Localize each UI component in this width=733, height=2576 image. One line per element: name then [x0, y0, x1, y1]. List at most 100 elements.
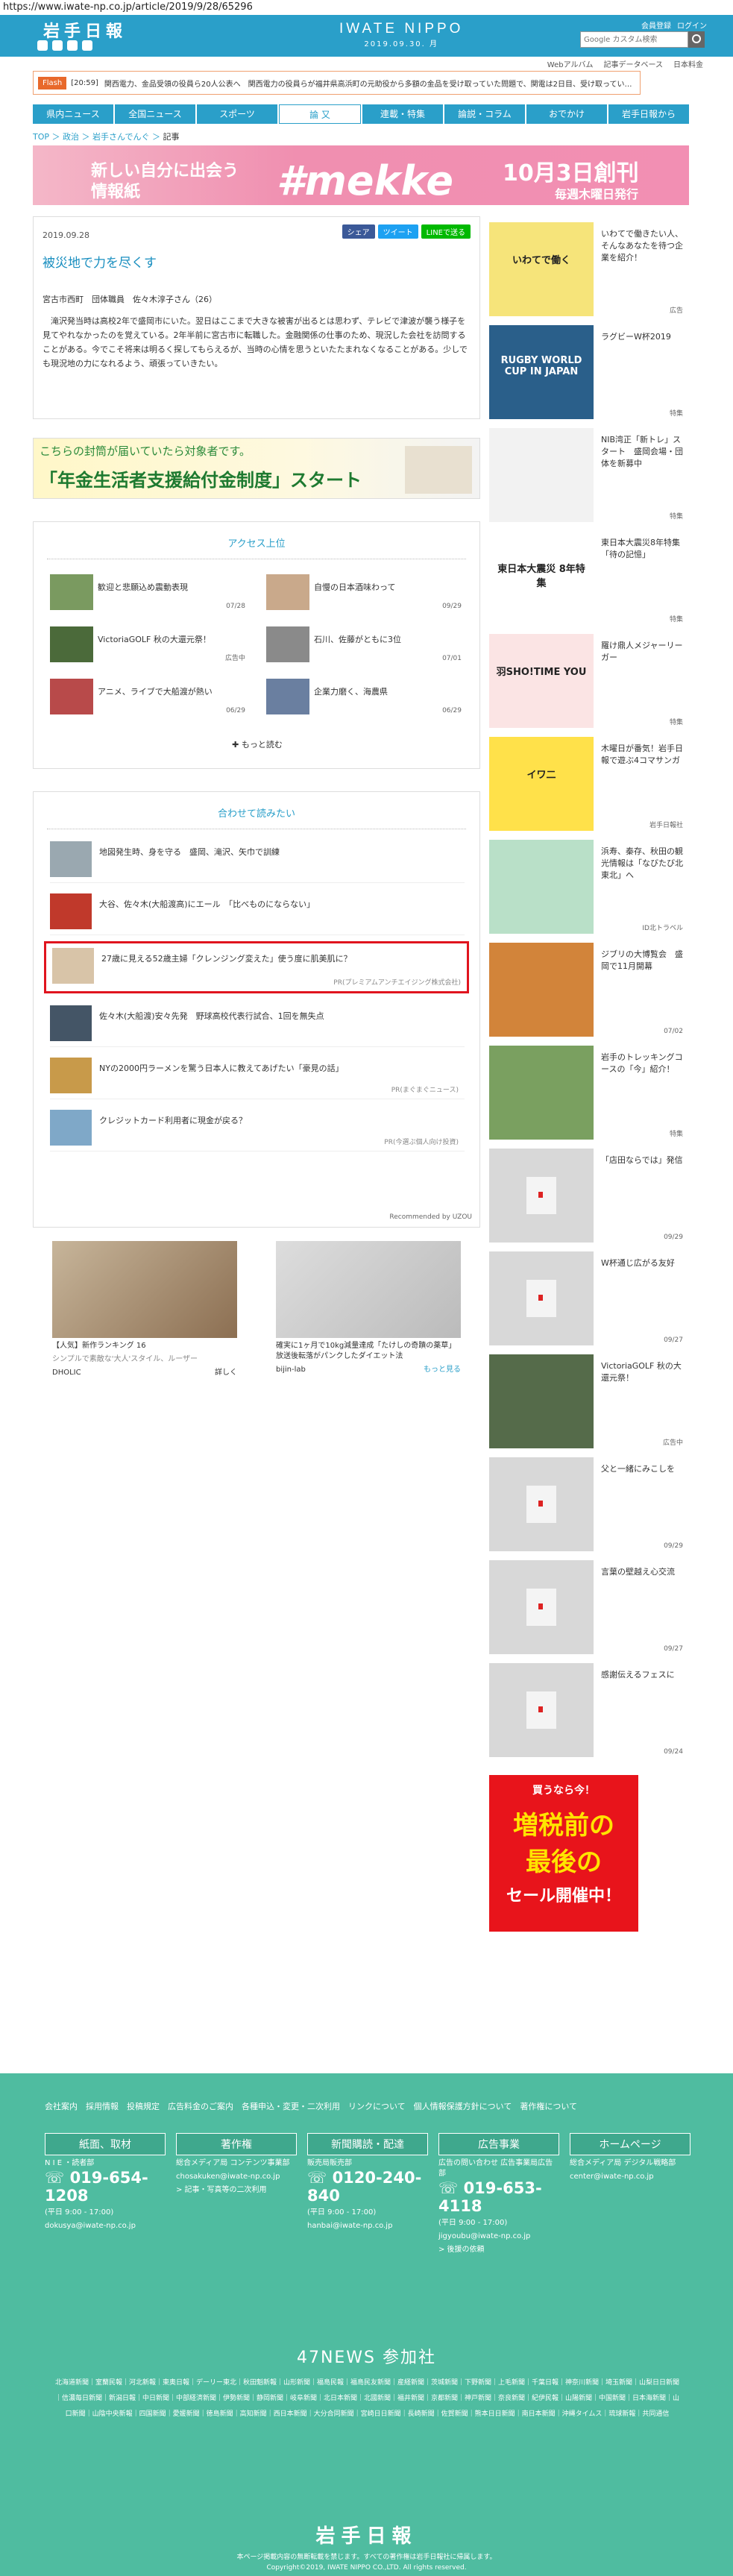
- search-icon[interactable]: [688, 31, 705, 48]
- mekke-banner[interactable]: 新しい自分に出会う 情報紙 #mekke 10月3日創刊 毎週木曜日発行: [33, 145, 689, 205]
- footer-col-mail[interactable]: jigyoubu@iwate-np.co.jp: [438, 2231, 559, 2242]
- footer-col-mail[interactable]: center@iwate-np.co.jp: [570, 2172, 690, 2182]
- sidebar-item[interactable]: イワ二 木曜日が番気！岩手日報で遊ぶ4コマサンガ 岩手日報社: [489, 731, 686, 834]
- sidebar-item-tag: 特集: [669, 513, 683, 521]
- sidebar-item[interactable]: RUGBY WORLD CUP IN JAPAN ラグビーW杯2019 特集: [489, 319, 686, 422]
- crumb-top[interactable]: TOP: [33, 132, 49, 142]
- recommend-item-highlighted[interactable]: 27歳に見える52歳主婦「クレンジング変えた」使う度に肌美肌に？ PR(プレミア…: [44, 941, 469, 993]
- sidebar-item[interactable]: 「店田ならでは」発信 09/29: [489, 1143, 686, 1245]
- sublink-album[interactable]: Webアルバム: [547, 58, 594, 69]
- sidebar-item-image: [489, 1046, 594, 1140]
- sidebar-item-image-text: いわてで働く: [512, 255, 570, 266]
- sidebar-item[interactable]: 東日本大震災 8年特集 東日本大震災8年特集「待の記憶」 特集: [489, 525, 686, 628]
- sale-ad[interactable]: 買うなら今！ 増税前の 最後の セール開催中！: [489, 1775, 638, 1932]
- sublink-fee[interactable]: 日本料金: [673, 58, 703, 69]
- footer-col-head[interactable]: 紙面、取材: [45, 2133, 166, 2155]
- twitter-icon[interactable]: [37, 40, 48, 51]
- pension-ad[interactable]: こちらの封筒が届いていたら対象者です。 「年金生活者支援給付金制度」スタート: [33, 438, 480, 499]
- footer-col-mail[interactable]: hanbai@iwate-np.co.jp: [307, 2221, 428, 2231]
- sidebar-item[interactable]: 感謝伝えるフェスに 09/24: [489, 1657, 686, 1760]
- facebook-icon[interactable]: [52, 40, 63, 51]
- footer-col-head[interactable]: 新聞購読・配達: [307, 2133, 428, 2155]
- sidebar-item-title: W杯通じ広がる友好: [601, 1258, 675, 1268]
- recommend-item[interactable]: 大谷、佐々木(大船渡高)にエール 「比べものにならない」: [50, 889, 465, 935]
- footer-col-hours: (平日 9:00 - 17:00): [45, 2208, 114, 2217]
- site-logo[interactable]: 岩手日報: [43, 18, 127, 42]
- footer-col-phone[interactable]: ☏ 019-654-1208: [45, 2169, 166, 2205]
- footer-col-head[interactable]: 広告事業: [438, 2133, 559, 2155]
- footer-col-mail[interactable]: dokusya@iwate-np.co.jp: [45, 2221, 166, 2231]
- recommend-item[interactable]: クレジットカード利用者に現金が戻る？ PR(今選ぶ個人向け投資): [50, 1105, 465, 1152]
- ranking-item[interactable]: VictoriaGOLF 秋の大還元祭！ 広告中: [50, 626, 247, 664]
- sidebar-item[interactable]: 羽SHO!TIME YOU 羅け鼎人メジャーリーガー 特集: [489, 628, 686, 731]
- ranking-item[interactable]: 歓迎と悲願込め震動表現 07/28: [50, 574, 247, 612]
- nav-item[interactable]: 全国ニュース: [115, 104, 195, 124]
- recommend-item-title: 27歳に見える52歳主婦「クレンジング変えた」使う度に肌美肌に？: [101, 954, 352, 964]
- sidebar-item[interactable]: 言葉の壁越え心交流 09/27: [489, 1554, 686, 1657]
- sidebar-item[interactable]: いわてで働く いわてで働きたい人、そんなあなたを待つ企業を紹介！ 広告: [489, 216, 686, 319]
- footer-col-mail[interactable]: chosakuken@iwate-np.co.jp: [176, 2172, 297, 2182]
- more-button[interactable]: ✚ もっと読む: [34, 738, 481, 750]
- tweet-button[interactable]: ツイート: [377, 224, 418, 239]
- sidebar-item-tag: 09/27: [664, 1336, 683, 1344]
- footer-col-phone[interactable]: ☏ 0120-240-840: [307, 2169, 428, 2205]
- sidebar-item[interactable]: VictoriaGOLF 秋の大還元祭！ 広告中: [489, 1348, 686, 1451]
- instagram-icon[interactable]: [82, 40, 92, 51]
- recommend-item[interactable]: 佐々木(大船渡)安々先発 野球高校代表行試合、1回を無失点: [50, 1001, 465, 1047]
- flash-text[interactable]: 関西電力、金品受領の役員ら20人公表へ 関西電力の役員らが福井県高浜町の元助役か…: [104, 78, 632, 89]
- sidebar-item-title: 東日本大震災8年特集「待の記憶」: [601, 538, 680, 559]
- flash-ticker[interactable]: Flash [20:59] 関西電力、金品受領の役員ら20人公表へ 関西電力の役…: [33, 71, 641, 95]
- nav-item[interactable]: おでかけ: [526, 104, 607, 124]
- footer-col-head[interactable]: 著作権: [176, 2133, 297, 2155]
- diet-ad[interactable]: 確実に1ヶ月で10kg減量達成「たけしの奇蹟の薬草」放送後転落がパンクしたダイエ…: [276, 1241, 461, 1383]
- diet-ad-title: 確実に1ヶ月で10kg減量達成「たけしの奇蹟の薬草」放送後転落がパンクしたダイエ…: [276, 1342, 456, 1360]
- sidebar-item-tag: 09/29: [664, 1542, 683, 1550]
- sidebar-item[interactable]: NIB湾正「新トレ」スタート 盛岡会場・団体を新募中 特集: [489, 422, 686, 525]
- sidebar-item[interactable]: W杯通じ広がる友好 09/27: [489, 1245, 686, 1348]
- nav-item-active[interactable]: 論 又: [279, 104, 361, 124]
- footer-col-link[interactable]: > 後援の依頼: [438, 2245, 559, 2255]
- fashion-ad[interactable]: 【人気】新作ランキング 16 シンプルで素敵な'大人'スタイル、ルーザー DHO…: [52, 1241, 237, 1383]
- ranking-item[interactable]: 企業力磨く、海農県 06/29: [266, 679, 463, 716]
- ranking-item[interactable]: 自慢の日本酒味わって 09/29: [266, 574, 463, 612]
- fashion-ad-link[interactable]: 詳しく: [215, 1368, 237, 1378]
- footer-col-link[interactable]: > 記事・写真等の二次利用: [176, 2185, 297, 2196]
- footer-links[interactable]: 会社案内 採用情報 投稿規定 広告料金のご案内 各種申込・変更・二次利用 リンク…: [45, 2099, 641, 2114]
- footer-col-phone[interactable]: ☏ 019-653-4118: [438, 2179, 559, 2215]
- sidebar-item-tag: 広告中: [662, 1439, 683, 1447]
- sidebar-item[interactable]: 岩手のトレッキングコースの「今」紹介！ 特集: [489, 1040, 686, 1143]
- ranking-item[interactable]: 石川、佐藤がともに3位 07/01: [266, 626, 463, 664]
- recommend-item-pr: PR(プレミアムアンチエイジング株式会社): [333, 979, 461, 987]
- nav-item[interactable]: 岩手日報から: [608, 104, 689, 124]
- nav-item[interactable]: 論説・コラム: [444, 104, 525, 124]
- footer-logo[interactable]: 岩手日報: [0, 2521, 733, 2548]
- footer-col-head[interactable]: ホームページ: [570, 2133, 690, 2155]
- recommend-thumb: [50, 893, 92, 929]
- sidebar-item-tag: 特集: [669, 616, 683, 623]
- recommend-item[interactable]: 地図発生時、身を守る 盛岡、滝沢、矢巾で訓練: [50, 837, 465, 883]
- crumb-cat[interactable]: 政治: [63, 132, 79, 142]
- nav-item[interactable]: 県内ニュース: [33, 104, 113, 124]
- ranking-thumb: [50, 574, 93, 610]
- sublink-database[interactable]: 記事データベース: [604, 58, 664, 69]
- nav-item[interactable]: スポーツ: [197, 104, 277, 124]
- crumb-sub[interactable]: 岩手さんでんぐ: [92, 132, 149, 142]
- recommend-item-pr: PR(まぐまぐニュース): [391, 1087, 459, 1094]
- search-input[interactable]: [580, 31, 688, 48]
- nav-item[interactable]: 連載・特集: [362, 104, 443, 124]
- ranking-item[interactable]: アニメ、ライブで大船渡が熱い 06/29: [50, 679, 247, 716]
- facebook-share-button[interactable]: シェア: [342, 224, 375, 239]
- line-icon[interactable]: [67, 40, 78, 51]
- login-link[interactable]: ログイン: [677, 19, 707, 31]
- news47-list[interactable]: 北海道新聞｜室蘭民報｜河北新報｜東奥日報｜デーリー東北｜秋田魁新報｜山形新聞｜福…: [52, 2375, 682, 2422]
- sidebar-item[interactable]: 浜寿、秦存、秋田の観光情報は「なびたび北東北」へ ID北トラベル: [489, 834, 686, 937]
- register-link[interactable]: 会員登録: [641, 19, 671, 31]
- recommend-item[interactable]: NYの2000円ラーメンを驚う日本人に教えてあげたい「豪見の話」 PR(まぐまぐ…: [50, 1053, 465, 1099]
- recommend-item-title: 佐々木(大船渡)安々先発 野球高校代表行試合、1回を無失点: [99, 1011, 324, 1021]
- sale-ad-l2: 最後の: [526, 1847, 602, 1877]
- ranking-title: アクセス上位: [227, 538, 286, 550]
- sidebar-item[interactable]: 父と一緒にみこしを 09/29: [489, 1451, 686, 1554]
- sidebar-item[interactable]: ジブリの大博覧会 盛岡で11月開幕 07/02: [489, 937, 686, 1040]
- diet-ad-link[interactable]: もっと見る: [424, 1365, 461, 1375]
- line-share-button[interactable]: LINEで送る: [421, 224, 471, 239]
